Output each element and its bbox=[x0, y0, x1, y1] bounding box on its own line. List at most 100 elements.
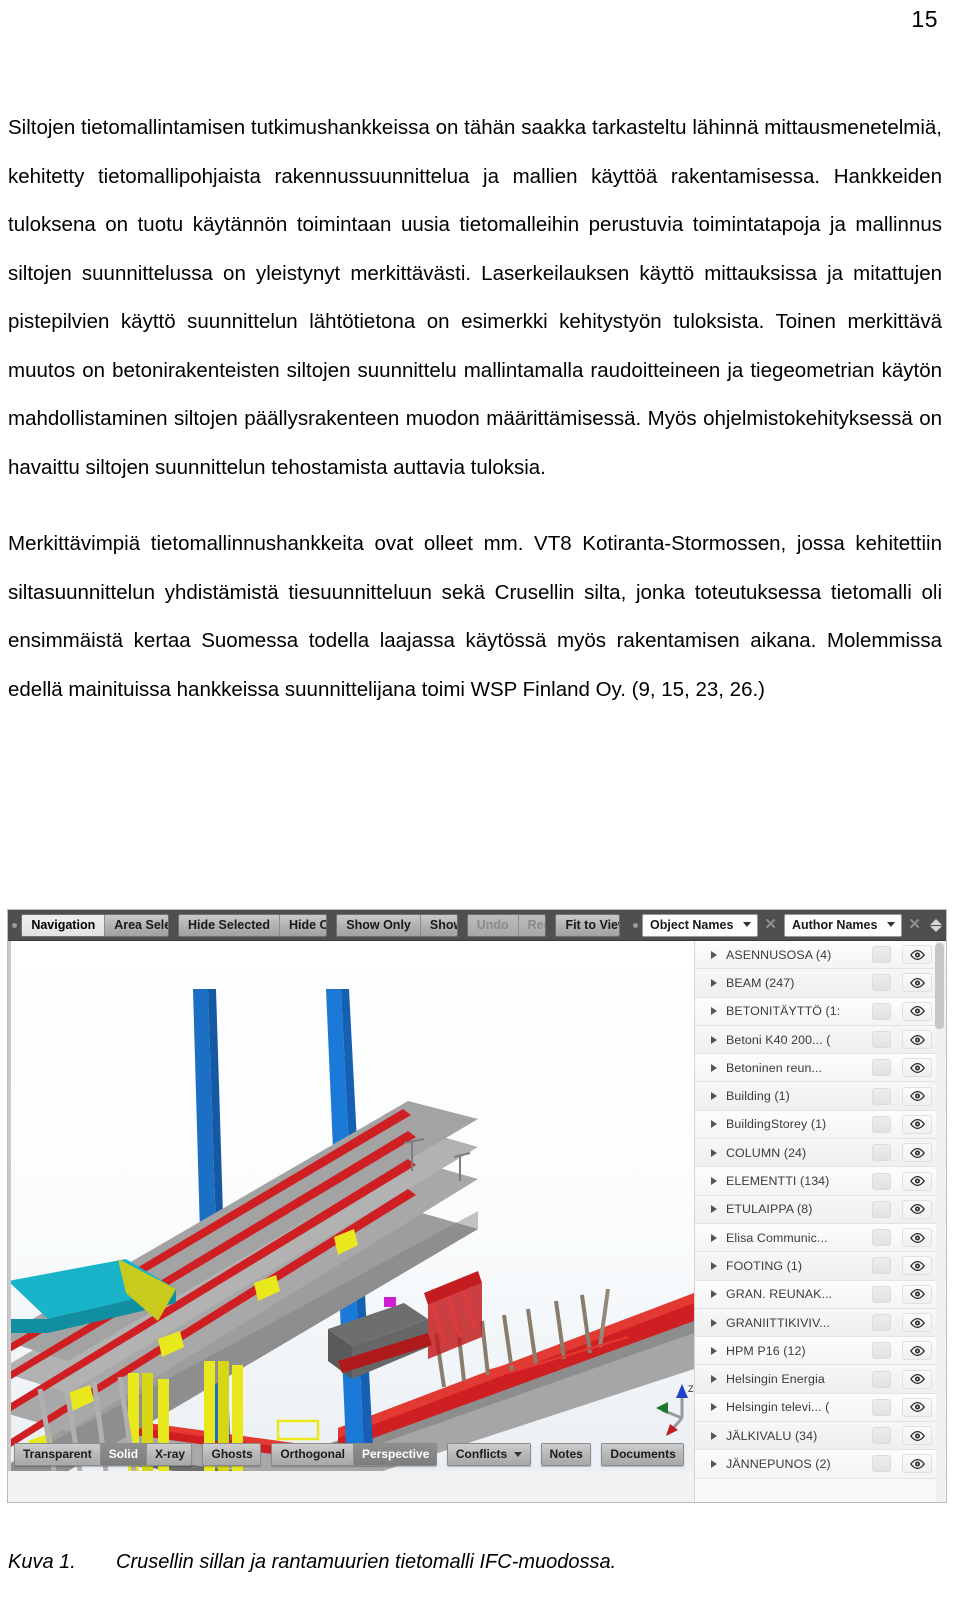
tree-row[interactable]: Betoninen reun... bbox=[695, 1054, 946, 1083]
tree-item-checkbox[interactable] bbox=[872, 1059, 891, 1077]
tree-row[interactable]: JÄLKIVALU (34) bbox=[695, 1422, 946, 1451]
eye-icon[interactable] bbox=[902, 1341, 932, 1361]
tree-scrollbar-track[interactable] bbox=[935, 941, 945, 1502]
tree-row[interactable]: ETULAIPPA (8) bbox=[695, 1195, 946, 1224]
tree-item-checkbox[interactable] bbox=[872, 1115, 891, 1133]
tree-item-checkbox[interactable] bbox=[872, 1285, 891, 1303]
tree-row[interactable]: Building (1) bbox=[695, 1082, 946, 1111]
object-tree-panel[interactable]: ASENNUSOSA (4) BEAM (247) BETONITÄYTTÖ (1:… bbox=[694, 941, 946, 1502]
eye-icon[interactable] bbox=[902, 1256, 932, 1276]
tree-item-checkbox[interactable] bbox=[872, 1200, 891, 1218]
tree-item-checkbox[interactable] bbox=[872, 1031, 891, 1049]
tree-row[interactable]: ELEMENTTI (134) bbox=[695, 1167, 946, 1196]
tree-item-checkbox[interactable] bbox=[872, 1427, 891, 1445]
eye-icon[interactable] bbox=[902, 1001, 932, 1021]
solid-button[interactable]: Solid bbox=[100, 1444, 148, 1465]
eye-icon[interactable] bbox=[902, 1143, 932, 1163]
expand-triangle-icon[interactable] bbox=[711, 1205, 717, 1214]
tree-item-checkbox[interactable] bbox=[872, 1314, 891, 1331]
tree-item-checkbox[interactable] bbox=[872, 1257, 891, 1275]
expand-triangle-icon[interactable] bbox=[711, 1233, 717, 1242]
tree-item-checkbox[interactable] bbox=[872, 1398, 891, 1416]
tree-row[interactable]: Elisa Communic... bbox=[695, 1223, 946, 1253]
show-all-button[interactable]: Show All bbox=[420, 914, 457, 936]
tree-item-checkbox[interactable] bbox=[872, 1172, 891, 1190]
expand-triangle-icon[interactable] bbox=[711, 1063, 717, 1072]
eye-icon[interactable] bbox=[902, 1284, 932, 1304]
expand-triangle-icon[interactable] bbox=[711, 1290, 717, 1299]
tree-row[interactable]: BuildingStorey (1) bbox=[695, 1110, 946, 1140]
close-icon-author-names[interactable]: ✕ bbox=[902, 917, 927, 932]
eye-icon[interactable] bbox=[902, 973, 932, 993]
tree-item-checkbox[interactable] bbox=[872, 1002, 891, 1020]
show-only-button[interactable]: Show Only bbox=[337, 914, 421, 936]
object-names-select[interactable]: Object Names bbox=[642, 913, 759, 937]
spinner-stepper[interactable] bbox=[930, 918, 942, 932]
tree-row[interactable]: HPM P16 (12) bbox=[695, 1337, 946, 1366]
hide-others-button[interactable]: Hide Others bbox=[279, 914, 327, 936]
tree-item-checkbox[interactable] bbox=[872, 1229, 891, 1247]
expand-triangle-icon[interactable] bbox=[711, 1261, 717, 1270]
eye-icon[interactable] bbox=[902, 1397, 932, 1417]
expand-triangle-icon[interactable] bbox=[711, 1035, 717, 1044]
eye-icon[interactable] bbox=[902, 1086, 932, 1106]
expand-triangle-icon[interactable] bbox=[711, 1148, 717, 1157]
expand-triangle-icon[interactable] bbox=[711, 1120, 717, 1129]
tree-row[interactable]: Betoni K40 200... ( bbox=[695, 1025, 946, 1055]
tree-item-checkbox[interactable] bbox=[872, 1370, 891, 1388]
tree-item-checkbox[interactable] bbox=[872, 946, 891, 964]
expand-triangle-icon[interactable] bbox=[711, 950, 717, 959]
notes-button[interactable]: Notes bbox=[541, 1444, 591, 1465]
tree-row[interactable]: FOOTING (1) bbox=[695, 1252, 946, 1281]
tree-scrollbar-thumb[interactable] bbox=[935, 943, 944, 1029]
model-viewport[interactable]: Z Transparent Solid X-ray Ghosts Orthogo… bbox=[8, 941, 694, 1471]
eye-icon[interactable] bbox=[902, 1313, 932, 1332]
tree-row[interactable]: COLUMN (24) bbox=[695, 1139, 946, 1168]
orthogonal-button[interactable]: Orthogonal bbox=[272, 1444, 354, 1465]
tree-item-checkbox[interactable] bbox=[872, 1342, 891, 1360]
eye-icon[interactable] bbox=[902, 1171, 932, 1191]
eye-icon[interactable] bbox=[902, 1369, 932, 1389]
area-selection-button[interactable]: Area Selection bbox=[105, 914, 168, 936]
expand-triangle-icon[interactable] bbox=[711, 1375, 717, 1384]
undo-button[interactable]: Undo bbox=[467, 914, 519, 936]
tree-row[interactable]: ASENNUSOSA (4) bbox=[695, 941, 946, 970]
navigation-button[interactable]: Navigation bbox=[22, 914, 106, 936]
tree-row[interactable]: GRANIITTIKIVIV... bbox=[695, 1308, 946, 1338]
tree-row[interactable]: Helsingin Energia bbox=[695, 1365, 946, 1394]
expand-triangle-icon[interactable] bbox=[711, 1431, 717, 1440]
expand-triangle-icon[interactable] bbox=[711, 1403, 717, 1412]
eye-icon[interactable] bbox=[902, 1058, 932, 1078]
close-icon-object-names[interactable]: ✕ bbox=[758, 917, 783, 932]
toolbar-drag-handle[interactable] bbox=[10, 914, 19, 936]
transparent-button[interactable]: Transparent bbox=[15, 1444, 101, 1465]
expand-triangle-icon[interactable] bbox=[711, 1318, 717, 1327]
tree-item-checkbox[interactable] bbox=[872, 1087, 891, 1105]
perspective-button[interactable]: Perspective bbox=[353, 1444, 436, 1465]
documents-button[interactable]: Documents bbox=[602, 1444, 684, 1465]
expand-triangle-icon[interactable] bbox=[711, 978, 717, 987]
expand-triangle-icon[interactable] bbox=[711, 1459, 717, 1468]
tree-row[interactable]: BEAM (247) bbox=[695, 969, 946, 998]
redo-button[interactable]: Redo bbox=[518, 914, 546, 936]
eye-icon[interactable] bbox=[902, 945, 932, 965]
fit-to-view-button[interactable]: Fit to View bbox=[556, 914, 619, 936]
eye-icon[interactable] bbox=[902, 1030, 932, 1050]
author-names-select[interactable]: Author Names bbox=[783, 913, 903, 937]
eye-icon[interactable] bbox=[902, 1228, 932, 1248]
xray-button[interactable]: X-ray bbox=[147, 1444, 192, 1465]
tree-item-checkbox[interactable] bbox=[872, 1144, 891, 1162]
conflicts-button[interactable]: Conflicts bbox=[447, 1444, 530, 1465]
selector-drag-handle[interactable] bbox=[631, 914, 640, 936]
eye-icon[interactable] bbox=[902, 1114, 932, 1134]
eye-icon[interactable] bbox=[902, 1199, 932, 1219]
expand-triangle-icon[interactable] bbox=[711, 1177, 717, 1186]
eye-icon[interactable] bbox=[902, 1454, 932, 1474]
tree-row[interactable]: BETONITÄYTTÖ (1: bbox=[695, 997, 946, 1026]
expand-triangle-icon[interactable] bbox=[711, 1092, 717, 1101]
tree-row[interactable]: JÄNNEPUNOS (2) bbox=[695, 1450, 946, 1479]
hide-selected-button[interactable]: Hide Selected bbox=[178, 914, 280, 936]
tree-item-checkbox[interactable] bbox=[872, 974, 891, 992]
expand-triangle-icon[interactable] bbox=[711, 1346, 717, 1355]
eye-icon[interactable] bbox=[902, 1426, 932, 1446]
